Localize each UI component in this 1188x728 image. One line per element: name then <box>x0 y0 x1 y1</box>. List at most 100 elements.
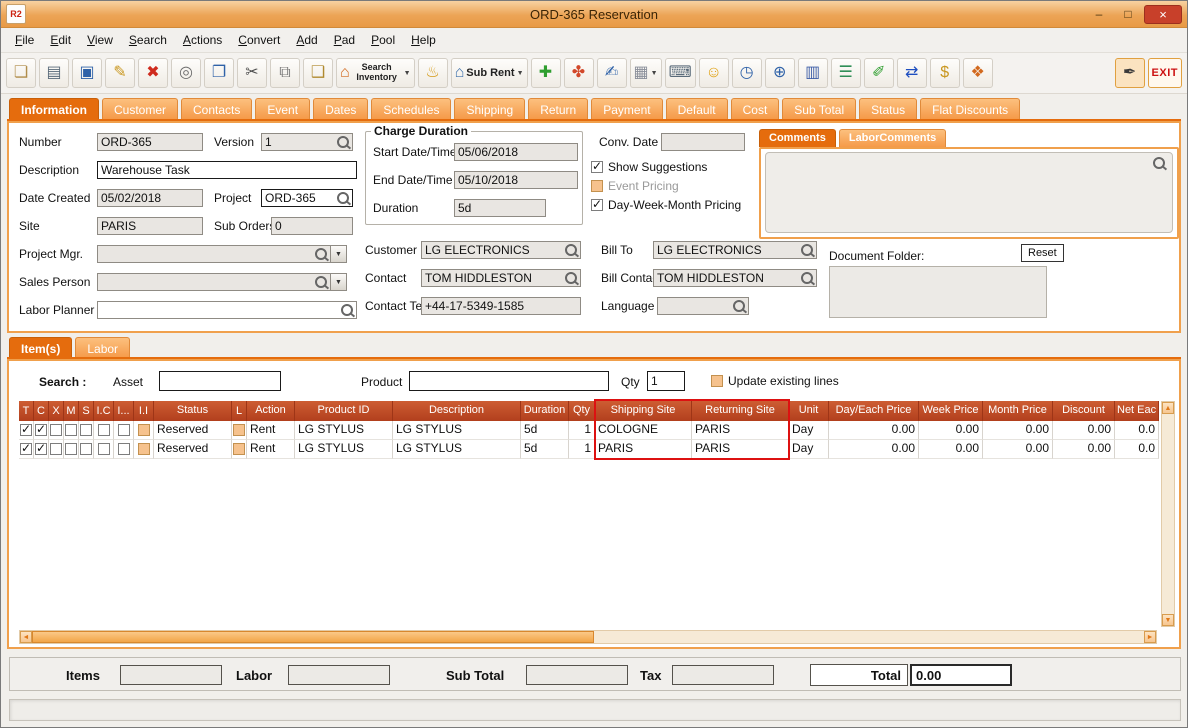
search-icon[interactable] <box>801 244 813 256</box>
h-scrollbar-track[interactable] <box>594 631 1144 643</box>
i1-checkbox[interactable] <box>117 424 130 436</box>
update-lines-checkbox[interactable] <box>711 375 723 387</box>
i2-checkbox[interactable] <box>137 443 150 455</box>
col-header-c[interactable]: C <box>34 401 49 421</box>
col-header-i1[interactable]: I... <box>114 401 134 421</box>
close-button[interactable]: × <box>1144 4 1182 24</box>
tab-labor[interactable]: Labor <box>75 337 131 358</box>
dwm-pricing-checkbox[interactable] <box>591 197 603 211</box>
tab-return[interactable]: Return <box>528 98 589 119</box>
col-header-product_id[interactable]: Product ID <box>295 401 393 421</box>
show-suggestions-checkbox[interactable] <box>591 159 603 173</box>
menu-pad[interactable]: Pad <box>326 30 363 50</box>
pool-balls-button[interactable]: ✤ <box>563 58 594 88</box>
search-icon[interactable] <box>565 244 577 256</box>
scroll-down-icon[interactable]: ▼ <box>1162 614 1174 626</box>
scroll-up-icon[interactable]: ▲ <box>1162 402 1174 414</box>
pad-button[interactable]: ✍ <box>596 58 627 88</box>
site-field[interactable]: PARIS <box>97 217 203 235</box>
scroll-right-icon[interactable]: ► <box>1144 631 1156 643</box>
number-field[interactable]: ORD-365 <box>97 133 203 151</box>
menu-convert[interactable]: Convert <box>230 30 288 50</box>
delete-button[interactable]: ✖ <box>138 58 168 88</box>
save-button[interactable]: ▣ <box>72 58 102 88</box>
print-button[interactable]: ▤ <box>39 58 69 88</box>
qty-input[interactable]: 1 <box>647 371 685 391</box>
tab-schedules[interactable]: Schedules <box>371 98 452 119</box>
edit-pencil-button[interactable]: ✎ <box>105 58 135 88</box>
notes-button[interactable]: ✐ <box>863 58 894 88</box>
h-scrollbar-thumb[interactable] <box>32 631 594 643</box>
document-transfer-button[interactable]: ❐ <box>204 58 234 88</box>
sales-person-dropdown[interactable]: ▼ <box>330 273 347 291</box>
menu-actions[interactable]: Actions <box>175 30 230 50</box>
col-header-i2[interactable]: I.I <box>134 401 154 421</box>
print-setup-button[interactable]: ⌨ <box>664 58 696 88</box>
labor-planner-field[interactable] <box>97 301 357 319</box>
project-field[interactable]: ORD-365 <box>261 189 353 207</box>
search-icon[interactable] <box>315 276 327 288</box>
col-header-discount[interactable]: Discount <box>1053 401 1115 421</box>
app-icon[interactable]: R2 <box>6 4 26 24</box>
col-header-s[interactable]: S <box>79 401 94 421</box>
t-checkbox[interactable] <box>20 422 32 436</box>
bill-to-field[interactable]: LG ELECTRONICS <box>653 241 817 259</box>
table-row[interactable]: ReservedRentLG STYLUSLG STYLUS5d1COLOGNE… <box>19 421 1159 440</box>
contact-tel-field[interactable]: +44-17-5349-1585 <box>421 297 581 315</box>
c-checkbox[interactable] <box>35 441 47 455</box>
m-checkbox[interactable] <box>65 443 77 455</box>
search-inventory-button[interactable]: ⌂ Search Inventory ▼ <box>336 58 415 88</box>
tab-dates[interactable]: Dates <box>313 98 369 119</box>
c-checkbox[interactable] <box>35 422 47 436</box>
sub-total-field[interactable] <box>526 665 628 685</box>
search-icon[interactable] <box>341 304 353 316</box>
add-button[interactable]: ✚ <box>530 58 561 88</box>
col-header-ic[interactable]: I.C <box>94 401 114 421</box>
tab-information[interactable]: Information <box>9 98 99 119</box>
project-mgr-dropdown[interactable]: ▼ <box>330 245 347 263</box>
horizontal-scrollbar[interactable]: ◄ ► <box>19 630 1157 644</box>
sales-person-field[interactable] <box>97 273 331 291</box>
books-button[interactable]: ☰ <box>830 58 861 88</box>
wand-button[interactable]: ✒ <box>1114 58 1145 88</box>
sub-rent-button[interactable]: ⌂ Sub Rent ▼ <box>450 58 528 88</box>
col-header-l[interactable]: L <box>232 401 247 421</box>
tab-payment[interactable]: Payment <box>591 98 663 119</box>
menu-add[interactable]: Add <box>288 30 325 50</box>
grid-button[interactable]: ▦ ▼ <box>629 58 662 88</box>
ledger-button[interactable]: ▥ <box>797 58 828 88</box>
search-icon[interactable] <box>1153 157 1165 169</box>
search-icon[interactable] <box>337 192 349 204</box>
tab-status[interactable]: Status <box>859 98 918 119</box>
items-total-field[interactable] <box>120 665 222 685</box>
col-header-x[interactable]: X <box>49 401 64 421</box>
asset-input[interactable] <box>159 371 281 391</box>
convert-arrows-button[interactable]: ⇄ <box>896 58 927 88</box>
col-header-shipping_site[interactable]: Shipping Site <box>595 401 692 421</box>
customer-field[interactable]: LG ELECTRONICS <box>421 241 581 259</box>
l-checkbox[interactable] <box>233 424 245 436</box>
tax-field[interactable] <box>672 665 774 685</box>
tab-customer[interactable]: Customer <box>102 98 179 119</box>
search-icon[interactable] <box>315 248 327 260</box>
event-pricing-checkbox[interactable] <box>591 180 603 192</box>
col-header-month[interactable]: Month Price <box>983 401 1053 421</box>
col-header-m[interactable]: M <box>64 401 79 421</box>
beer-mug-button[interactable]: ♨ <box>417 58 448 88</box>
search-icon[interactable] <box>565 272 577 284</box>
maximize-button[interactable]: □ <box>1115 6 1141 23</box>
exit-button[interactable]: EXIT <box>1147 58 1182 88</box>
tab-shipping[interactable]: Shipping <box>454 98 526 119</box>
search-icon[interactable] <box>801 272 813 284</box>
s-checkbox[interactable] <box>80 443 92 455</box>
document-folder-box[interactable] <box>829 266 1047 318</box>
sub-orders-field[interactable]: 0 <box>271 217 353 235</box>
start-date-field[interactable]: 05/06/2018 <box>454 143 578 161</box>
menu-help[interactable]: Help <box>403 30 444 50</box>
x-checkbox[interactable] <box>50 424 62 436</box>
product-input[interactable] <box>409 371 609 391</box>
tab-comments[interactable]: Comments <box>759 129 836 147</box>
bill-contact-field[interactable]: TOM HIDDLESTON <box>653 269 817 287</box>
menu-pool[interactable]: Pool <box>363 30 403 50</box>
search-icon[interactable] <box>733 300 745 312</box>
